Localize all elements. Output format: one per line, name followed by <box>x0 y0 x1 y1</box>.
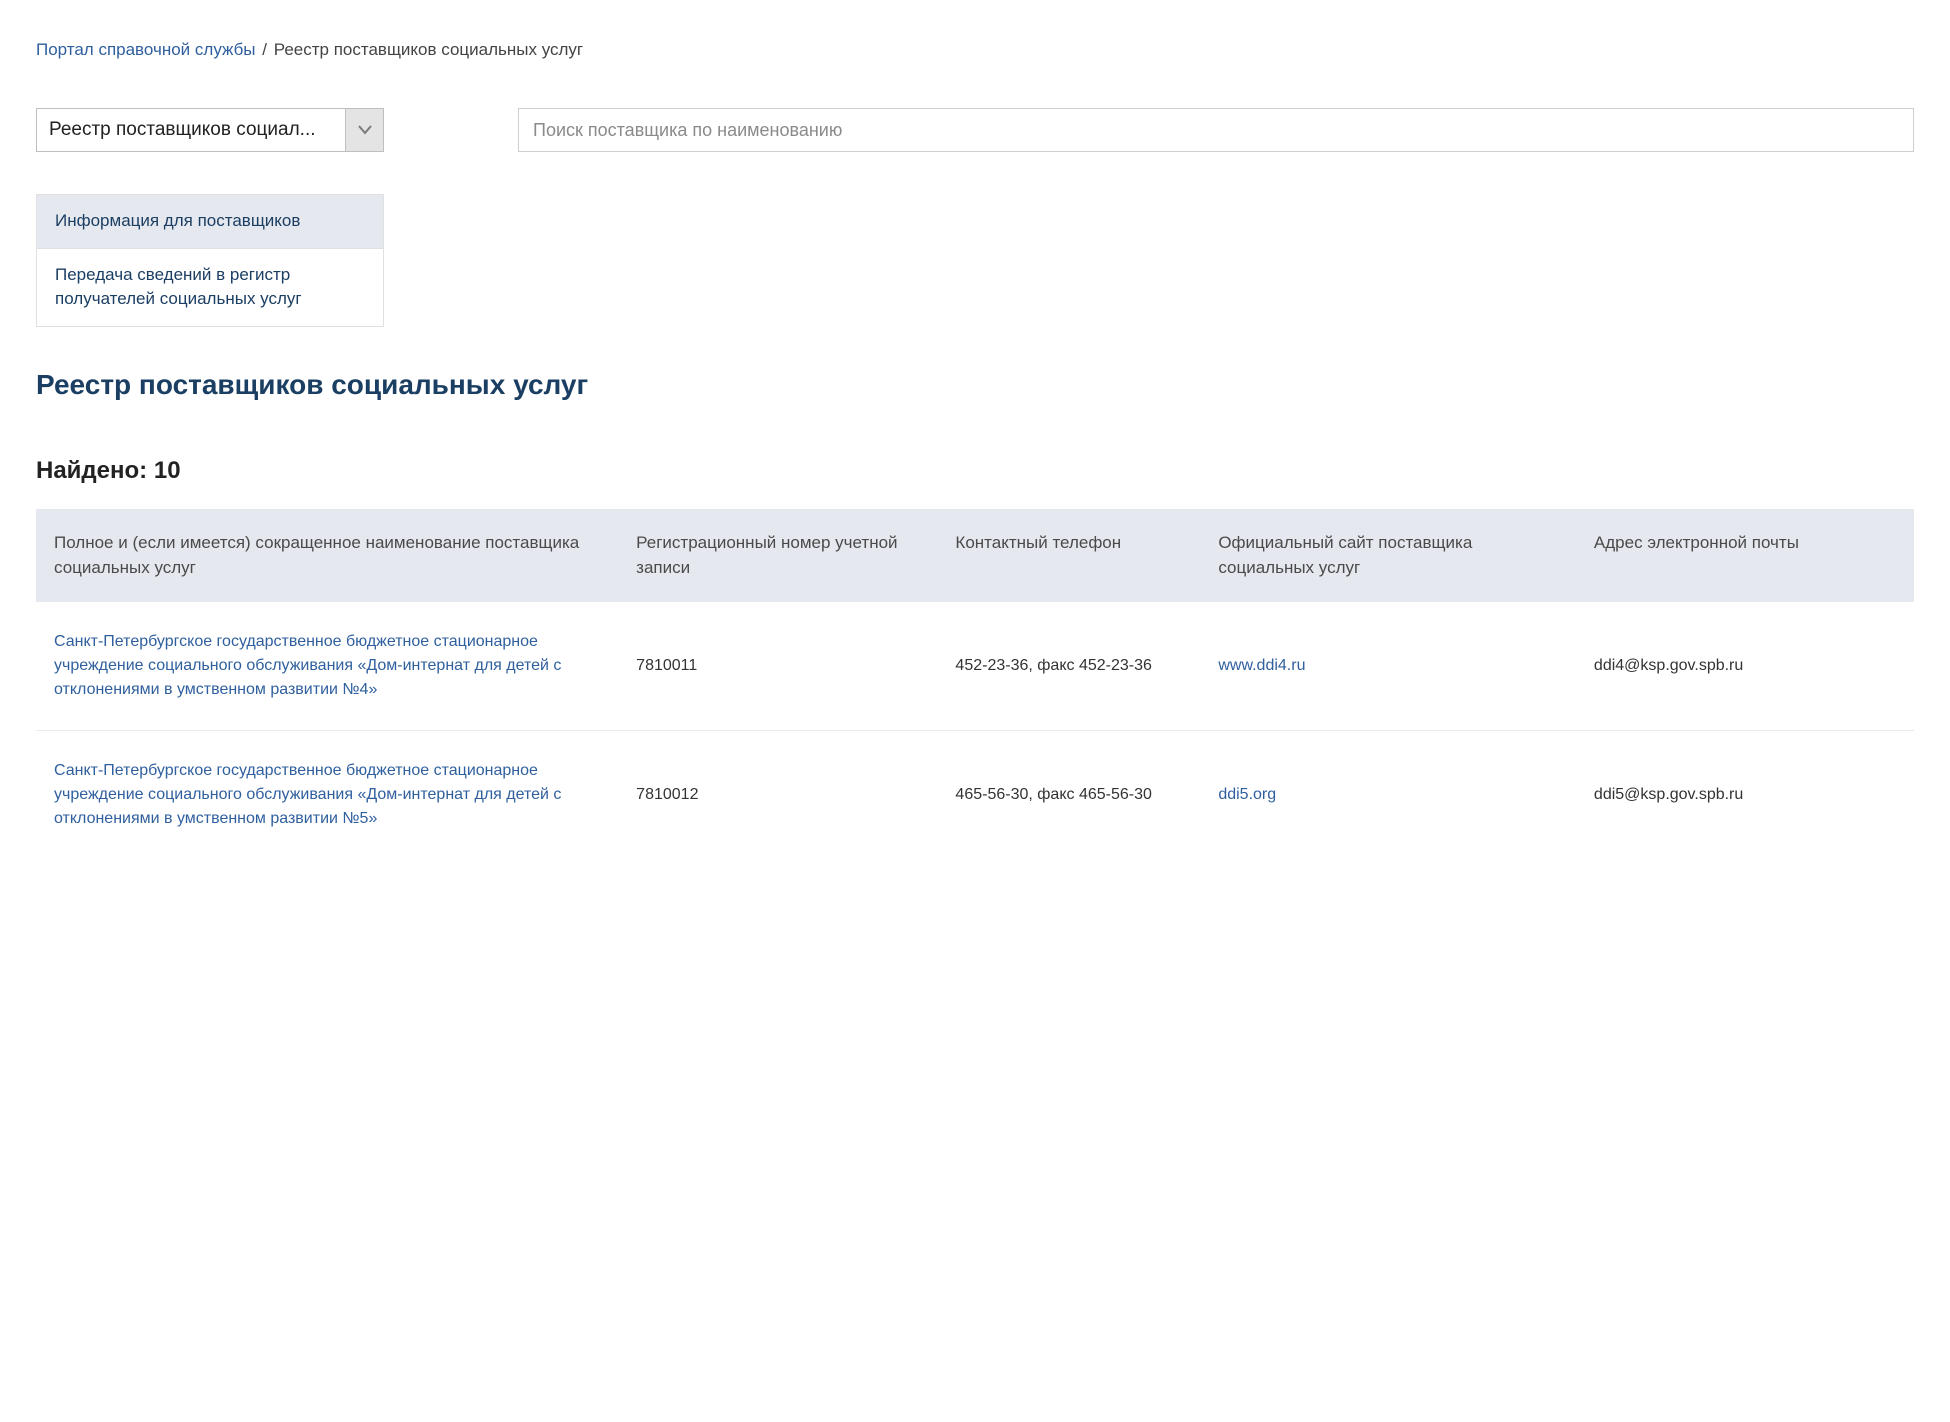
search-input[interactable] <box>519 120 1913 141</box>
sidebar-item-transfer-data[interactable]: Передача сведений в регистр получателей … <box>37 248 383 326</box>
breadcrumb-current: Реестр поставщиков социальных услуг <box>274 40 583 59</box>
providers-table: Полное и (если имеется) сокращенное наим… <box>36 509 1914 859</box>
results-count-value: 10 <box>154 457 181 484</box>
th-name: Полное и (если имеется) сокращенное наим… <box>36 509 618 602</box>
cell-phone: 465‑56‑30, факс 465‑56‑30 <box>937 731 1200 860</box>
results-count: Найдено: 10 <box>36 457 1914 485</box>
category-select-text: Реестр поставщиков социал... <box>37 109 345 151</box>
th-email: Адрес электронной почты <box>1576 509 1914 602</box>
cell-phone: 452‑23‑36, факс 452‑23‑36 <box>937 602 1200 731</box>
cell-reg: 7810011 <box>618 602 937 731</box>
breadcrumb-root-link[interactable]: Портал справочной службы <box>36 40 256 59</box>
page-title: Реестр поставщиков социальных услуг <box>36 369 1914 401</box>
cell-email: ddi5@ksp.gov.spb.ru <box>1576 731 1914 860</box>
provider-site-link[interactable]: ddi5.org <box>1218 786 1276 803</box>
th-site: Официальный сайт поставщика социальных у… <box>1200 509 1576 602</box>
sidebar-menu: Информация для поставщиков Передача свед… <box>36 194 384 327</box>
search-field-wrapper <box>518 108 1914 152</box>
th-phone: Контактный телефон <box>937 509 1200 602</box>
sidebar-item-provider-info[interactable]: Информация для поставщиков <box>37 194 383 248</box>
cell-email: ddi4@ksp.gov.spb.ru <box>1576 602 1914 731</box>
results-count-prefix: Найдено: <box>36 457 154 484</box>
table-row: Санкт‑Петербургское государственное бюдж… <box>36 602 1914 731</box>
provider-name-link[interactable]: Санкт‑Петербургское государственное бюдж… <box>54 633 561 698</box>
breadcrumb: Портал справочной службы / Реестр постав… <box>36 40 1914 60</box>
chevron-down-icon[interactable] <box>345 109 383 151</box>
category-select[interactable]: Реестр поставщиков социал... <box>36 108 384 152</box>
table-row: Санкт‑Петербургское государственное бюдж… <box>36 731 1914 860</box>
th-reg: Регистрационный номер учетной записи <box>618 509 937 602</box>
breadcrumb-separator: / <box>262 40 267 59</box>
provider-site-link[interactable]: www.ddi4.ru <box>1218 657 1305 674</box>
provider-name-link[interactable]: Санкт‑Петербургское государственное бюдж… <box>54 762 561 827</box>
cell-reg: 7810012 <box>618 731 937 860</box>
